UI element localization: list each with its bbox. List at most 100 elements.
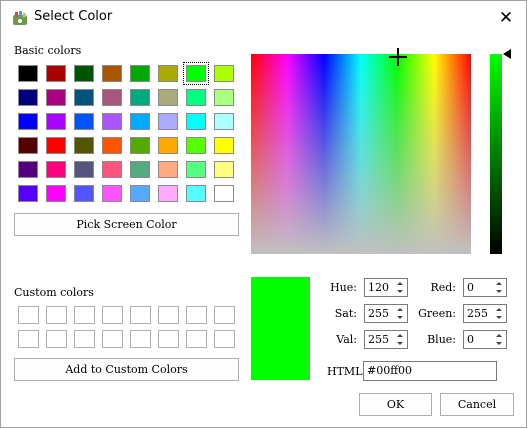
- basic-color-swatch[interactable]: [214, 137, 234, 154]
- basic-color-swatch[interactable]: [102, 65, 122, 82]
- green-spinbox[interactable]: 255: [463, 304, 507, 323]
- basic-color-swatch[interactable]: [102, 185, 122, 202]
- custom-color-swatch[interactable]: [130, 306, 151, 324]
- basic-color-swatch[interactable]: [18, 137, 38, 154]
- val-label: Val:: [336, 333, 357, 346]
- basic-color-swatch[interactable]: [74, 113, 94, 130]
- basic-color-swatch[interactable]: [214, 113, 234, 130]
- basic-color-swatch[interactable]: [46, 137, 66, 154]
- app-icon: [13, 11, 27, 25]
- custom-color-swatch[interactable]: [102, 306, 123, 324]
- custom-color-swatch[interactable]: [186, 306, 207, 324]
- basic-color-swatch[interactable]: [46, 65, 66, 82]
- basic-color-swatch[interactable]: [214, 161, 234, 178]
- spin-arrows-icon[interactable]: [493, 331, 505, 348]
- basic-color-swatch[interactable]: [158, 65, 178, 82]
- html-color-value: #00ff00: [367, 364, 413, 377]
- basic-color-swatch[interactable]: [158, 161, 178, 178]
- basic-color-swatch[interactable]: [102, 113, 122, 130]
- crosshair-icon: [389, 48, 407, 66]
- basic-color-swatch[interactable]: [74, 65, 94, 82]
- custom-color-swatch[interactable]: [102, 330, 123, 348]
- pick-screen-color-button[interactable]: Pick Screen Color: [14, 213, 239, 236]
- basic-color-swatch[interactable]: [214, 185, 234, 202]
- basic-color-swatch[interactable]: [74, 137, 94, 154]
- red-label: Red:: [430, 281, 456, 294]
- basic-color-swatch[interactable]: [158, 185, 178, 202]
- sat-label: Sat:: [334, 307, 357, 320]
- basic-color-swatch[interactable]: [46, 161, 66, 178]
- basic-color-swatch[interactable]: [186, 161, 206, 178]
- blue-label: Blue:: [427, 333, 456, 346]
- close-icon[interactable]: ✕: [496, 8, 516, 28]
- custom-color-swatch[interactable]: [158, 330, 179, 348]
- basic-color-swatch[interactable]: [186, 185, 206, 202]
- basic-colors-label: Basic colors: [14, 44, 82, 57]
- basic-color-swatch[interactable]: [130, 65, 150, 82]
- blue-spinbox[interactable]: 0: [463, 330, 507, 349]
- basic-color-swatch[interactable]: [18, 161, 38, 178]
- ok-button[interactable]: OK: [359, 393, 432, 416]
- custom-color-swatch[interactable]: [46, 330, 67, 348]
- custom-color-swatch[interactable]: [46, 306, 67, 324]
- hue-label: Hue:: [330, 281, 357, 294]
- select-color-dialog: Select Color ✕ Basic colors Pick Screen …: [0, 0, 527, 428]
- basic-color-swatch[interactable]: [186, 113, 206, 130]
- custom-color-swatch[interactable]: [74, 306, 95, 324]
- basic-color-swatch[interactable]: [46, 89, 66, 106]
- custom-color-swatch[interactable]: [214, 306, 235, 324]
- green-value: 255: [467, 307, 488, 320]
- basic-color-swatch[interactable]: [214, 65, 234, 82]
- basic-color-swatch[interactable]: [130, 185, 150, 202]
- basic-color-swatch[interactable]: [18, 65, 38, 82]
- basic-color-swatch[interactable]: [102, 89, 122, 106]
- basic-color-swatch[interactable]: [102, 161, 122, 178]
- basic-color-swatch[interactable]: [18, 113, 38, 130]
- basic-color-swatch[interactable]: [74, 185, 94, 202]
- basic-color-swatch[interactable]: [130, 161, 150, 178]
- basic-color-swatch[interactable]: [186, 137, 206, 154]
- red-value: 0: [467, 281, 474, 294]
- cancel-button[interactable]: Cancel: [440, 393, 514, 416]
- basic-color-swatch[interactable]: [18, 89, 38, 106]
- basic-color-swatch[interactable]: [130, 113, 150, 130]
- sat-value: 255: [368, 307, 389, 320]
- basic-color-swatch[interactable]: [130, 137, 150, 154]
- green-label: Green:: [418, 307, 456, 320]
- custom-colors-label: Custom colors: [14, 286, 94, 299]
- val-value: 255: [368, 333, 389, 346]
- basic-color-swatch[interactable]: [130, 89, 150, 106]
- custom-color-swatch[interactable]: [130, 330, 151, 348]
- add-to-custom-colors-button[interactable]: Add to Custom Colors: [14, 358, 239, 381]
- custom-color-swatch[interactable]: [74, 330, 95, 348]
- basic-color-swatch[interactable]: [46, 185, 66, 202]
- basic-color-swatch[interactable]: [74, 161, 94, 178]
- value-slider[interactable]: [490, 54, 502, 254]
- basic-color-swatch[interactable]: [18, 185, 38, 202]
- basic-color-swatch[interactable]: [102, 137, 122, 154]
- html-color-input[interactable]: #00ff00: [363, 361, 497, 381]
- basic-color-swatch[interactable]: [186, 89, 206, 106]
- spin-arrows-icon[interactable]: [493, 305, 505, 322]
- basic-color-swatch[interactable]: [183, 62, 209, 85]
- hue-saturation-picker[interactable]: [251, 48, 471, 254]
- custom-color-swatch[interactable]: [18, 330, 39, 348]
- html-label: HTML:: [327, 365, 367, 378]
- basic-color-swatch[interactable]: [158, 113, 178, 130]
- basic-color-swatch[interactable]: [214, 89, 234, 106]
- blue-value: 0: [467, 333, 474, 346]
- dialog-title: Select Color: [34, 9, 113, 24]
- basic-color-swatch[interactable]: [158, 89, 178, 106]
- spin-arrows-icon[interactable]: [493, 279, 505, 296]
- custom-color-swatch[interactable]: [214, 330, 235, 348]
- basic-color-swatch[interactable]: [46, 113, 66, 130]
- custom-color-swatch[interactable]: [158, 306, 179, 324]
- red-spinbox[interactable]: 0: [463, 278, 507, 297]
- value-slider-arrow-icon[interactable]: [503, 49, 511, 59]
- custom-color-swatch[interactable]: [186, 330, 207, 348]
- basic-color-swatch[interactable]: [158, 137, 178, 154]
- custom-color-swatch[interactable]: [18, 306, 39, 324]
- basic-color-swatch[interactable]: [74, 89, 94, 106]
- hue-value: 120: [368, 281, 389, 294]
- title-bar: Select Color ✕: [1, 1, 526, 35]
